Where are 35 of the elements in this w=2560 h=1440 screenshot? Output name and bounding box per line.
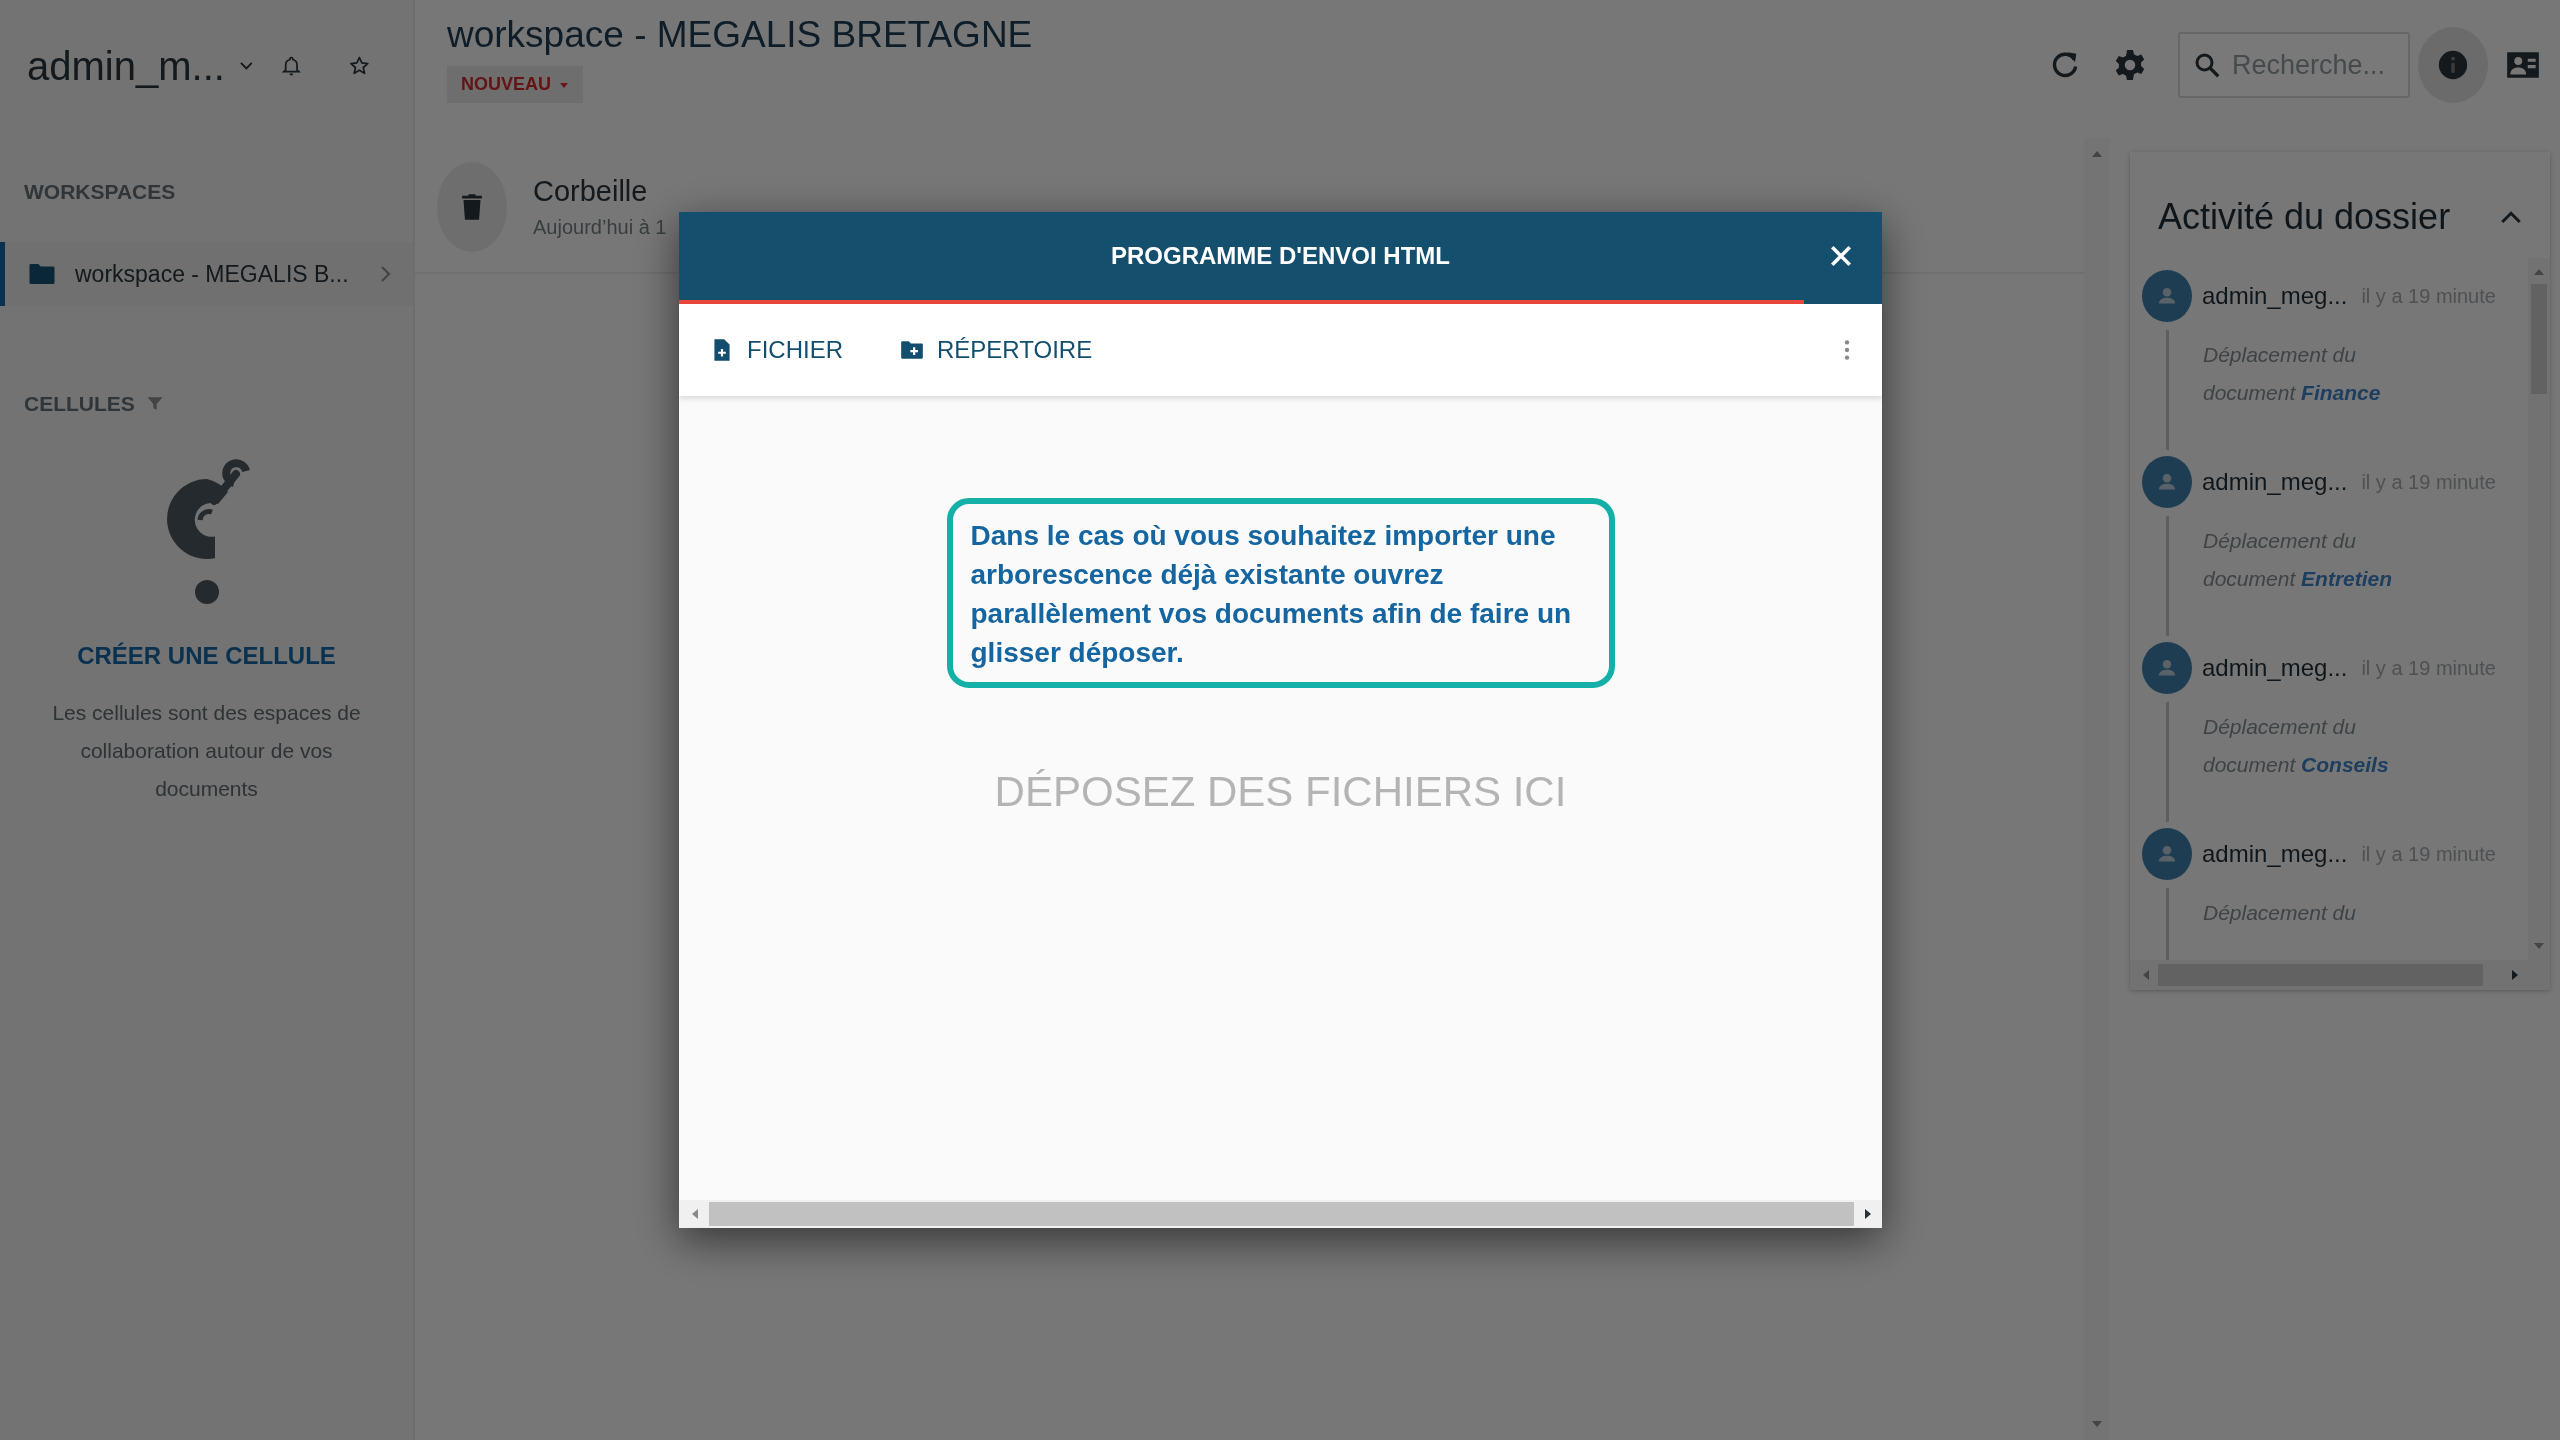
add-folder-button[interactable]: RÉPERTOIRE xyxy=(899,330,1093,370)
scrollbar-thumb[interactable] xyxy=(709,1202,1854,1226)
cells-description: Les cellules sont des espaces de collaboration autour de vos documents xyxy=(51,700,362,802)
user-name: admin_meg... xyxy=(2202,282,2348,310)
add-file-button[interactable]: FICHIER xyxy=(709,330,843,370)
dialog-title: PROGRAMME D'ENVOI HTML xyxy=(1110,242,1450,270)
document-link[interactable]: Finance xyxy=(2301,381,2381,404)
new-button[interactable]: NOUVEAU xyxy=(447,66,583,103)
file-name: Corbeille xyxy=(533,175,649,208)
document-link[interactable]: Conseils xyxy=(2301,753,2389,776)
activity-description: Déplacement du document Conseils xyxy=(2203,714,2390,778)
avatar-icon xyxy=(2142,828,2192,880)
user-menu[interactable]: admin_m... xyxy=(27,43,225,89)
create-cell-link[interactable]: CRÉER UNE CELLULE xyxy=(77,642,336,670)
avatar-icon xyxy=(2142,270,2192,322)
document-link[interactable]: Entretien xyxy=(2301,567,2393,590)
horizontal-scrollbar[interactable] xyxy=(2130,960,2550,990)
avatar-icon xyxy=(2142,456,2192,508)
activity-description: Déplacement du document Finance xyxy=(2203,342,2382,406)
vertical-scrollbar[interactable] xyxy=(2528,258,2550,960)
horizontal-scrollbar[interactable] xyxy=(679,1200,1882,1228)
workspace-title: workspace - MEGALIS BRETAGNE xyxy=(447,14,1033,56)
instruction-callout: Dans le cas où vous souhaitez importer une arborescence déjà existante ouvrez parallèlement vos documents afin de faire un glisser déposer. xyxy=(946,498,1615,688)
panel-title: Activité du dossier xyxy=(2158,196,2451,238)
activity-description: Déplacement du xyxy=(2203,900,2357,926)
activity-description: Déplacement du document Entretien xyxy=(2203,528,2394,592)
avatar-icon xyxy=(2142,642,2192,694)
info-icon xyxy=(2436,48,2470,82)
user-name: admin_meg... xyxy=(2202,840,2348,868)
section-heading: CELLULES xyxy=(24,392,135,416)
file-date: Aujourd’hui à 1 xyxy=(533,216,667,239)
user-name: admin_meg... xyxy=(2202,654,2348,682)
section-heading: WORKSPACES xyxy=(24,180,177,204)
drop-zone-hint: DÉPOSEZ DES FICHIERS ICI xyxy=(994,768,1567,816)
user-name: admin_meg... xyxy=(2202,468,2348,496)
